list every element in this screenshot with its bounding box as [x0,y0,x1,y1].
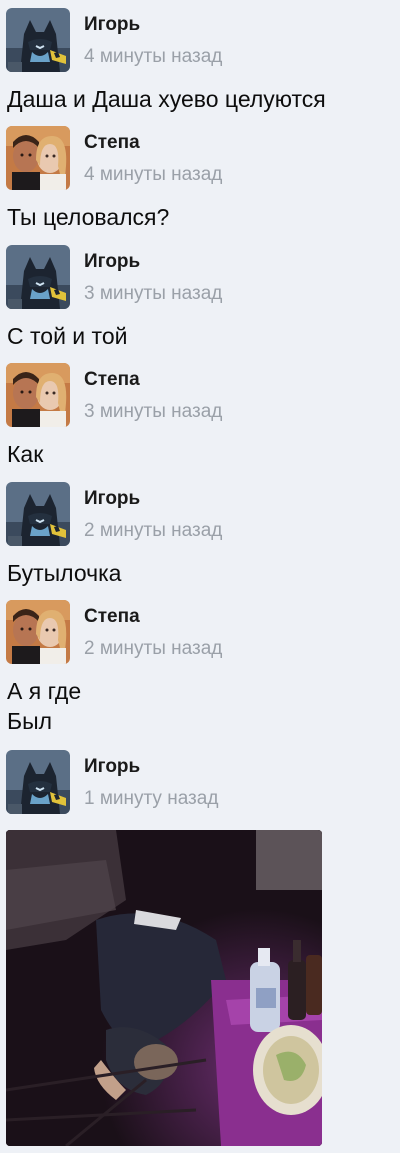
couple-photo-avatar[interactable] [6,126,70,190]
author-name[interactable]: Степа [84,369,140,391]
batman-avatar[interactable] [6,245,70,309]
message-text: Как [7,441,44,467]
message: Игорь 1 минуту назад [0,742,400,814]
message-feed: Игорь 4 минуты назад Даша и Даша хуево ц… [0,0,400,1153]
timestamp: 4 минуты назад [84,164,223,185]
timestamp: 2 минуты назад [84,520,223,541]
message: Игорь 3 минуты назад С той и той [0,237,400,349]
timestamp: 3 минуты назад [84,401,223,422]
author-name[interactable]: Степа [84,606,140,628]
timestamp: 4 минуты назад [84,46,223,67]
author-name[interactable]: Игорь [84,756,140,778]
couple-photo-avatar[interactable] [6,363,70,427]
photo-person-on-floor [6,830,322,1146]
message-text: Ты целовался? [7,204,170,230]
message-text: С той и той [7,323,128,349]
author-name[interactable]: Игорь [84,14,140,36]
message-text: А я где Был [7,678,82,734]
author-name[interactable]: Игорь [84,488,140,510]
message: Степа 2 минуты назад А я где Был [0,592,400,734]
author-name[interactable]: Игорь [84,251,140,273]
message: Степа 4 минуты назад Ты целовался? [0,118,400,230]
message: Степа 3 минуты назад Как [0,355,400,467]
timestamp: 1 минуту назад [84,788,219,809]
message-text: Даша и Даша хуево целуются [7,86,326,112]
photo-attachment[interactable] [6,830,322,1146]
timestamp: 3 минуты назад [84,283,223,304]
batman-avatar[interactable] [6,750,70,814]
message: Игорь 2 минуты назад Бутылочка [0,474,400,586]
timestamp: 2 минуты назад [84,638,223,659]
couple-photo-avatar[interactable] [6,600,70,664]
batman-avatar[interactable] [6,482,70,546]
batman-avatar[interactable] [6,8,70,72]
author-name[interactable]: Степа [84,132,140,154]
message-text: Бутылочка [7,560,122,586]
message: Игорь 4 минуты назад Даша и Даша хуево ц… [0,0,400,112]
